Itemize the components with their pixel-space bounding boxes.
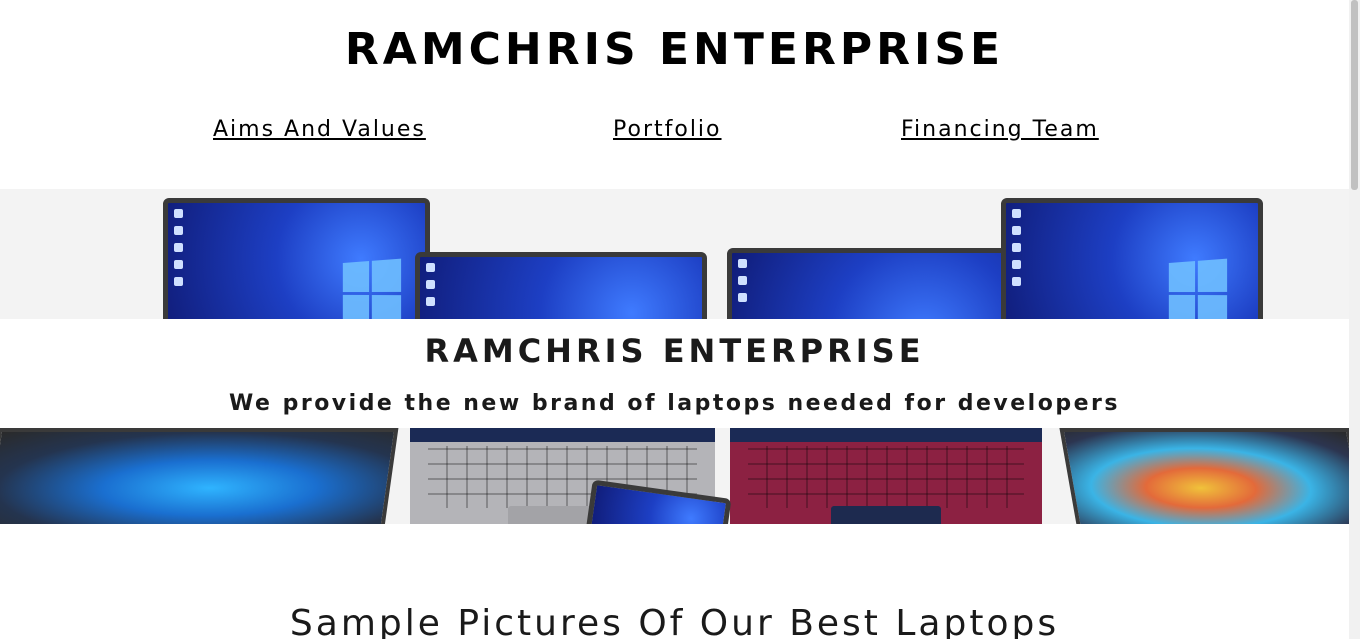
nav-link-portfolio[interactable]: Portfolio [613,115,722,145]
hero-title: RAMCHRIS ENTERPRISE [424,332,925,370]
windows-logo-icon [1168,258,1228,328]
laptop-image [0,428,399,524]
hero-subtitle: We provide the new brand of laptops need… [229,391,1120,416]
section-heading: Sample Pictures Of Our Best Laptops [289,603,1060,639]
hero-banner: RAMCHRIS ENTERPRISE We provide the new b… [0,189,1349,524]
page: RAMCHRIS ENTERPRISE Aims And Values Port… [0,0,1349,639]
scrollbar-thumb[interactable] [1351,0,1358,190]
hero-caption-band: RAMCHRIS ENTERPRISE We provide the new b… [0,319,1349,428]
windows-logo-icon [342,258,402,328]
vertical-scrollbar[interactable] [1349,0,1360,639]
desktop-icons [426,263,436,314]
desktop-icons [174,209,184,294]
nav-link-financing-team[interactable]: Financing Team [901,115,1099,145]
laptop-keyboard [730,428,1042,524]
desktop-icons [738,259,748,310]
desktop-icons [1012,209,1022,294]
laptop-image [1059,428,1349,524]
nav-link-aims-and-values[interactable]: Aims And Values [213,115,426,145]
site-title: RAMCHRIS ENTERPRISE [344,24,1005,75]
